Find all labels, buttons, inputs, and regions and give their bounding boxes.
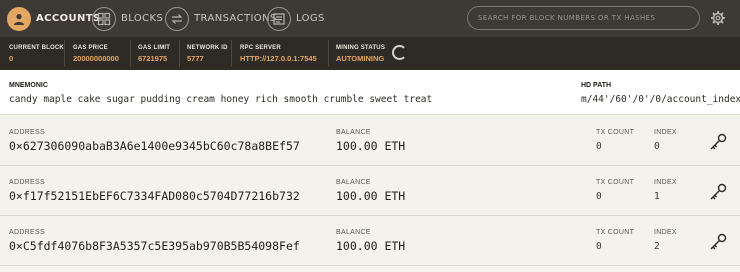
tx-count-value: 0 — [596, 191, 602, 202]
address-label: ADDRESS — [9, 179, 45, 186]
tab-accounts-label: ACCOUNTS — [36, 13, 101, 24]
status-bar: CURRENT BLOCK 0 GAS PRICE 20000000000 GA… — [0, 37, 740, 70]
search-input[interactable] — [467, 6, 700, 30]
divider — [231, 40, 232, 67]
user-icon — [7, 6, 31, 31]
tx-count-label: TX COUNT — [596, 129, 635, 136]
tx-count-value: 0 — [596, 241, 602, 252]
tab-accounts[interactable]: ACCOUNTS — [7, 6, 101, 31]
tx-count-label: TX COUNT — [596, 229, 635, 236]
gas-limit-value: 6721975 — [138, 54, 168, 63]
mining-status-value: AUTOMINING — [336, 54, 385, 63]
address-label: ADDRESS — [9, 129, 45, 136]
top-nav: ACCOUNTS BLOCKS TRANSACTIONS LOGS — [0, 0, 740, 37]
index-value: 0 — [654, 141, 660, 152]
account-row: ADDRESS 0×f17f52151EbEF6C7334FAD080c5704… — [0, 166, 740, 216]
index-label: INDEX — [654, 129, 677, 136]
balance-label: BALANCE — [336, 229, 371, 236]
key-icon[interactable] — [708, 232, 728, 252]
logs-icon — [267, 6, 291, 31]
tab-transactions[interactable]: TRANSACTIONS — [165, 6, 277, 31]
mnemonic-value: candy maple cake sugar pudding cream hon… — [9, 94, 433, 105]
rpc-server-value: HTTP://127.0.0.1:7545 — [240, 54, 317, 63]
mining-spinner-icon — [392, 45, 407, 60]
tx-count-value: 0 — [596, 141, 602, 152]
gas-price-value: 20000000000 — [73, 54, 119, 63]
gas-limit-label: GAS LIMIT — [138, 45, 171, 51]
balance-label: BALANCE — [336, 179, 371, 186]
account-balance: 100.00 ETH — [336, 189, 406, 203]
gear-icon[interactable] — [710, 10, 726, 26]
key-icon[interactable] — [708, 182, 728, 202]
rpc-server-stat: RPC SERVER HTTP://127.0.0.1:7545 — [240, 45, 317, 63]
balance-label: BALANCE — [336, 129, 371, 136]
index-value: 1 — [654, 191, 660, 202]
divider — [179, 40, 180, 67]
hd-path-label: HD PATH — [581, 82, 612, 89]
rpc-server-label: RPC SERVER — [240, 45, 281, 51]
tab-blocks-label: BLOCKS — [121, 13, 164, 24]
index-value: 2 — [654, 241, 660, 252]
mining-status-label: MINING STATUS — [336, 45, 386, 51]
account-address: 0×C5fdf4076b8F3A5357c5E395ab970B5B54098F… — [9, 239, 300, 253]
account-row: ADDRESS 0×627306090abaB3A6e1400e9345bC60… — [0, 116, 740, 166]
network-id-label: NETWORK ID — [187, 45, 228, 51]
account-address: 0×f17f52151EbEF6C7334FAD080c5704D77216b7… — [9, 189, 300, 203]
tab-blocks[interactable]: BLOCKS — [92, 6, 163, 31]
hd-path-value: m/44'/60'/0'/0/account_index — [581, 94, 740, 105]
tab-logs[interactable]: LOGS — [267, 6, 325, 31]
divider — [64, 40, 65, 67]
tab-logs-label: LOGS — [296, 13, 325, 24]
account-balance: 100.00 ETH — [336, 139, 406, 153]
index-label: INDEX — [654, 229, 677, 236]
gas-price-stat: GAS PRICE 20000000000 — [73, 45, 119, 63]
account-row: ADDRESS 0×C5fdf4076b8F3A5357c5E395ab970B… — [0, 216, 740, 266]
address-label: ADDRESS — [9, 229, 45, 236]
current-block-value: 0 — [9, 54, 14, 63]
network-id-stat: NETWORK ID 5777 — [187, 45, 228, 63]
mnemonic-panel: MNEMONIC candy maple cake sugar pudding … — [0, 70, 740, 115]
current-block-label: CURRENT BLOCK — [9, 45, 64, 51]
divider — [328, 40, 329, 67]
gas-price-label: GAS PRICE — [73, 45, 108, 51]
transfer-icon — [165, 6, 189, 31]
network-id-value: 5777 — [187, 54, 204, 63]
account-address: 0×627306090abaB3A6e1400e9345bC60c78a8BEf… — [9, 139, 300, 153]
index-label: INDEX — [654, 179, 677, 186]
tx-count-label: TX COUNT — [596, 179, 635, 186]
current-block-stat: CURRENT BLOCK 0 — [9, 45, 64, 63]
gas-limit-stat: GAS LIMIT 6721975 — [138, 45, 170, 63]
mining-status-stat: MINING STATUS AUTOMINING — [336, 45, 385, 63]
account-balance: 100.00 ETH — [336, 239, 406, 253]
tab-transactions-label: TRANSACTIONS — [194, 13, 277, 24]
divider — [130, 40, 131, 67]
mnemonic-label: MNEMONIC — [9, 82, 48, 89]
blocks-icon — [92, 6, 116, 31]
key-icon[interactable] — [708, 132, 728, 152]
